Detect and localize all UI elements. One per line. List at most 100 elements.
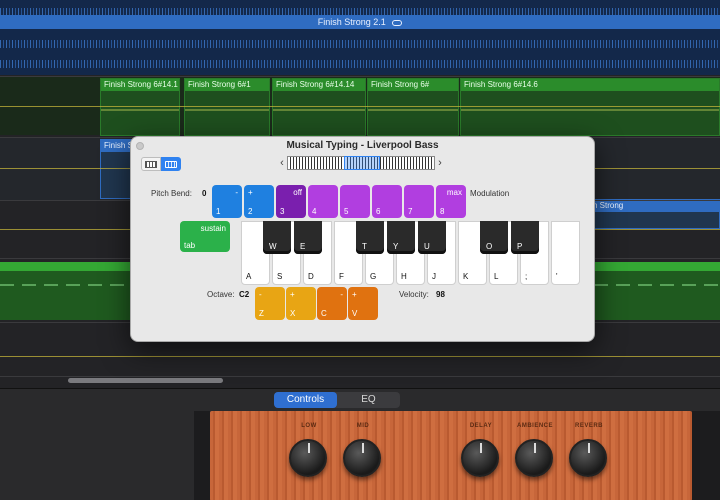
key-top-label: - <box>259 290 262 299</box>
key-label: ' <box>556 272 558 281</box>
modulation-key-6[interactable]: 6 <box>372 185 402 218</box>
key-label: P <box>517 242 523 251</box>
key-label: W <box>269 242 277 251</box>
delay-knob[interactable] <box>461 439 499 477</box>
modulation-key-4[interactable]: 4 <box>308 185 338 218</box>
bass-region-title: sh Strong <box>586 200 719 212</box>
bass-region[interactable]: sh Strong <box>585 199 720 229</box>
range-selection[interactable] <box>344 156 380 170</box>
octave-label: Octave: <box>207 290 235 299</box>
key-label: 7 <box>408 207 413 216</box>
tab-eq[interactable]: EQ <box>337 392 400 408</box>
pitch-bend-label: Pitch Bend: <box>151 189 192 198</box>
key-label: 4 <box>312 207 317 216</box>
piano-black-key[interactable]: W <box>263 221 291 254</box>
piano-black-key[interactable]: Y <box>387 221 415 254</box>
piano-black-key[interactable]: P <box>511 221 539 254</box>
key-label: F <box>339 272 344 281</box>
key-top-label: + <box>248 188 253 197</box>
keyboard-range-selector: ‹ › <box>277 156 445 170</box>
smart-controls-panel: Controls EQ LOW MID DELAY AMBIENCE REVER… <box>0 388 720 500</box>
key-label: E <box>300 242 306 251</box>
key-label: 5 <box>344 207 349 216</box>
ambience-knob[interactable] <box>515 439 553 477</box>
piano-keyboard-icon <box>145 160 157 168</box>
pitch-down-key[interactable]: - 1 <box>212 185 242 218</box>
key-label: ; <box>525 272 528 281</box>
chevron-right-icon[interactable]: › <box>435 157 445 169</box>
modulation-key-5[interactable]: 5 <box>340 185 370 218</box>
loop-icon <box>392 19 403 26</box>
key-top-label: - <box>235 188 238 197</box>
key-label: X <box>290 309 296 318</box>
musical-typing-window: Musical Typing - Liverpool Bass ‹ › Pitc… <box>130 136 595 342</box>
velocity-up-key[interactable]: + V <box>348 287 378 320</box>
midi-region-title: Finish Strong 6#14.1 <box>101 79 179 91</box>
midi-region[interactable]: Finish Strong 6#14.6 <box>460 78 720 136</box>
midi-region[interactable]: Finish Strong 6#1 <box>184 78 270 136</box>
key-label: U <box>424 242 430 251</box>
chevron-left-icon[interactable]: ‹ <box>277 157 287 169</box>
modulation-off-key[interactable]: off 3 <box>276 185 306 218</box>
key-label: 6 <box>376 207 381 216</box>
midi-region-title: Finish Strong 6#14.6 <box>461 79 719 91</box>
key-label: Z <box>259 309 264 318</box>
mid-knob[interactable] <box>343 439 381 477</box>
audio-region-title: Finish Strong 2.1 <box>317 17 386 27</box>
key-top-label: max <box>446 188 462 197</box>
octave-down-key[interactable]: - Z <box>255 287 285 320</box>
key-label: G <box>370 272 377 281</box>
key-label: 3 <box>280 207 285 216</box>
piano-black-key[interactable]: U <box>418 221 446 254</box>
midi-region[interactable]: Finish Strong 6#14.14 <box>272 78 366 136</box>
smart-controls-tabs: Controls EQ <box>274 392 400 408</box>
key-top-label: + <box>352 290 357 299</box>
key-label: J <box>432 272 436 281</box>
midi-region-title: Finish Strong 6#1 <box>185 79 269 91</box>
pitch-bend-value: 0 <box>202 189 207 198</box>
reverb-knob[interactable] <box>569 439 607 477</box>
velocity-down-key[interactable]: - C <box>317 287 347 320</box>
midi-region[interactable]: Finish Strong 6# <box>367 78 459 136</box>
key-label: C <box>321 309 327 318</box>
velocity-label: Velocity: <box>399 290 429 299</box>
audio-track-lane[interactable] <box>0 0 720 75</box>
key-top-label: sustain <box>200 224 226 233</box>
computer-keyboard-icon <box>165 160 177 168</box>
key-top-label: off <box>293 188 302 197</box>
key-top-label: - <box>340 290 343 299</box>
knob-label: REVERB <box>574 423 603 429</box>
key-label: tab <box>184 241 196 250</box>
pitch-up-key[interactable]: + 2 <box>244 185 274 218</box>
modulation-key-7[interactable]: 7 <box>404 185 434 218</box>
key-label: 8 <box>440 207 445 216</box>
midi-region[interactable]: Finish Strong 6#14.1 <box>100 78 180 136</box>
piano-view-button[interactable] <box>141 157 161 171</box>
piano-range-strip[interactable] <box>287 156 435 170</box>
knob-label: MID <box>356 423 370 429</box>
typing-view-button[interactable] <box>161 157 181 171</box>
modulation-label: Modulation <box>470 189 510 198</box>
piano-white-key[interactable]: ' <box>551 221 580 285</box>
midi-region-title: Finish Strong 6# <box>368 79 458 91</box>
audio-region-header[interactable]: Finish Strong 2.1 <box>0 15 720 29</box>
amp-panel: LOW MID DELAY AMBIENCE REVERB <box>210 411 692 500</box>
key-label: A <box>246 272 252 281</box>
key-label: T <box>362 242 367 251</box>
octave-up-key[interactable]: + X <box>286 287 316 320</box>
piano-black-key[interactable]: T <box>356 221 384 254</box>
key-label: L <box>494 272 499 281</box>
key-label: 2 <box>248 207 253 216</box>
sustain-key[interactable]: sustain tab <box>180 221 230 252</box>
midi-region-title: Finish Strong 6#14.14 <box>273 79 365 91</box>
piano-black-key[interactable]: E <box>294 221 322 254</box>
tab-controls[interactable]: Controls <box>274 392 337 408</box>
velocity-value: 98 <box>436 290 445 299</box>
key-label: Y <box>393 242 399 251</box>
piano-black-key[interactable]: O <box>480 221 508 254</box>
view-toggle <box>141 157 181 171</box>
modulation-max-key[interactable]: max 8 <box>436 185 466 218</box>
octave-value: C2 <box>239 290 250 299</box>
horizontal-scrollbar[interactable] <box>68 378 223 383</box>
low-knob[interactable] <box>289 439 327 477</box>
